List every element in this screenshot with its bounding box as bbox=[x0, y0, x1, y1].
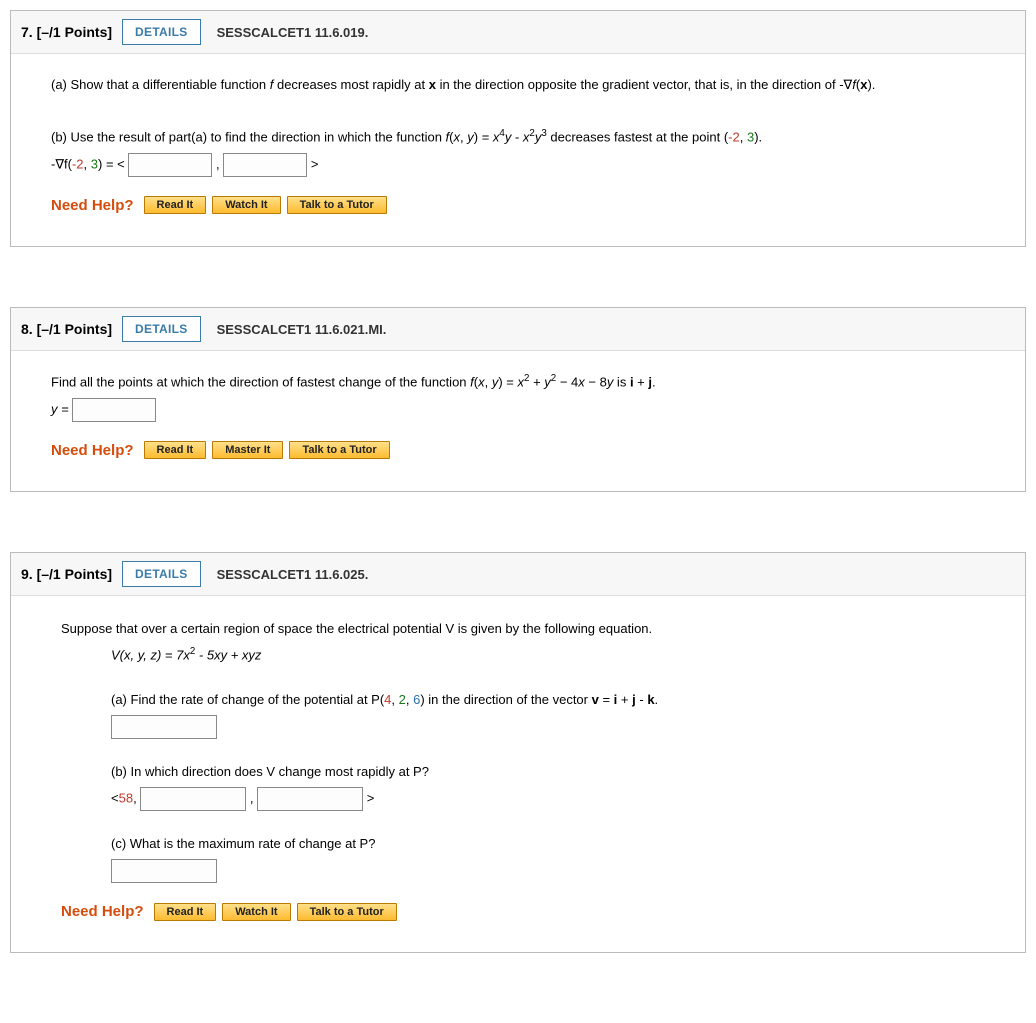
question-body: Suppose that over a certain region of sp… bbox=[11, 596, 1025, 952]
need-help-label: Need Help? bbox=[51, 193, 134, 219]
part-a: (a) Find the rate of change of the poten… bbox=[111, 689, 985, 739]
part-b-text: (b) Use the result of part(a) to find th… bbox=[51, 126, 985, 148]
question-header: 9. [–/1 Points] DETAILS SESSCALCET1 11.6… bbox=[11, 553, 1025, 596]
details-button[interactable]: DETAILS bbox=[122, 561, 201, 587]
direction-z-input[interactable] bbox=[257, 787, 363, 811]
read-it-button[interactable]: Read It bbox=[144, 441, 207, 459]
potential-equation: V(x, y, z) = 7x2 - 5xy + xyz bbox=[111, 644, 985, 666]
watch-it-button[interactable]: Watch It bbox=[222, 903, 290, 921]
max-rate-input[interactable] bbox=[111, 859, 217, 883]
question-source: SESSCALCET1 11.6.025. bbox=[217, 567, 369, 582]
direction-y-input[interactable] bbox=[140, 787, 246, 811]
need-help-row: Need Help? Read It Watch It Talk to a Tu… bbox=[61, 899, 985, 925]
question-header: 8. [–/1 Points] DETAILS SESSCALCET1 11.6… bbox=[11, 308, 1025, 351]
direction-input-row: <58, , > bbox=[111, 787, 985, 811]
part-b: (b) In which direction does V change mos… bbox=[111, 761, 985, 811]
question-body: Find all the points at which the directi… bbox=[11, 351, 1025, 491]
question-source: SESSCALCET1 11.6.019. bbox=[217, 25, 369, 40]
talk-tutor-button[interactable]: Talk to a Tutor bbox=[289, 441, 389, 459]
y-input[interactable] bbox=[72, 398, 156, 422]
need-help-label: Need Help? bbox=[51, 438, 134, 464]
y-input-row: y = bbox=[51, 398, 985, 422]
gradient-y-input[interactable] bbox=[223, 153, 307, 177]
question-9: 9. [–/1 Points] DETAILS SESSCALCET1 11.6… bbox=[10, 552, 1026, 953]
question-number: 8. [–/1 Points] bbox=[21, 321, 112, 337]
question-text: Find all the points at which the directi… bbox=[51, 371, 985, 393]
read-it-button[interactable]: Read It bbox=[154, 903, 217, 921]
gradient-input-row: -∇f(-2, 3) = < , > bbox=[51, 153, 985, 177]
details-button[interactable]: DETAILS bbox=[122, 316, 201, 342]
part-b-text: (b) In which direction does V change mos… bbox=[111, 761, 985, 783]
part-a-text: (a) Find the rate of change of the poten… bbox=[111, 689, 985, 711]
talk-tutor-button[interactable]: Talk to a Tutor bbox=[287, 196, 387, 214]
part-c: (c) What is the maximum rate of change a… bbox=[111, 833, 985, 883]
part-c-text: (c) What is the maximum rate of change a… bbox=[111, 833, 985, 855]
part-a-text: (a) Show that a differentiable function … bbox=[51, 74, 985, 96]
need-help-label: Need Help? bbox=[61, 899, 144, 925]
question-number: 9. [–/1 Points] bbox=[21, 566, 112, 582]
question-body: (a) Show that a differentiable function … bbox=[11, 54, 1025, 246]
intro-text: Suppose that over a certain region of sp… bbox=[61, 618, 985, 640]
talk-tutor-button[interactable]: Talk to a Tutor bbox=[297, 903, 397, 921]
question-number: 7. [–/1 Points] bbox=[21, 24, 112, 40]
question-source: SESSCALCET1 11.6.021.MI. bbox=[217, 322, 387, 337]
question-7: 7. [–/1 Points] DETAILS SESSCALCET1 11.6… bbox=[10, 10, 1026, 247]
master-it-button[interactable]: Master It bbox=[212, 441, 283, 459]
watch-it-button[interactable]: Watch It bbox=[212, 196, 280, 214]
need-help-row: Need Help? Read It Master It Talk to a T… bbox=[51, 438, 985, 464]
gradient-x-input[interactable] bbox=[128, 153, 212, 177]
read-it-button[interactable]: Read It bbox=[144, 196, 207, 214]
question-8: 8. [–/1 Points] DETAILS SESSCALCET1 11.6… bbox=[10, 307, 1026, 492]
question-header: 7. [–/1 Points] DETAILS SESSCALCET1 11.6… bbox=[11, 11, 1025, 54]
details-button[interactable]: DETAILS bbox=[122, 19, 201, 45]
rate-of-change-input[interactable] bbox=[111, 715, 217, 739]
need-help-row: Need Help? Read It Watch It Talk to a Tu… bbox=[51, 193, 985, 219]
